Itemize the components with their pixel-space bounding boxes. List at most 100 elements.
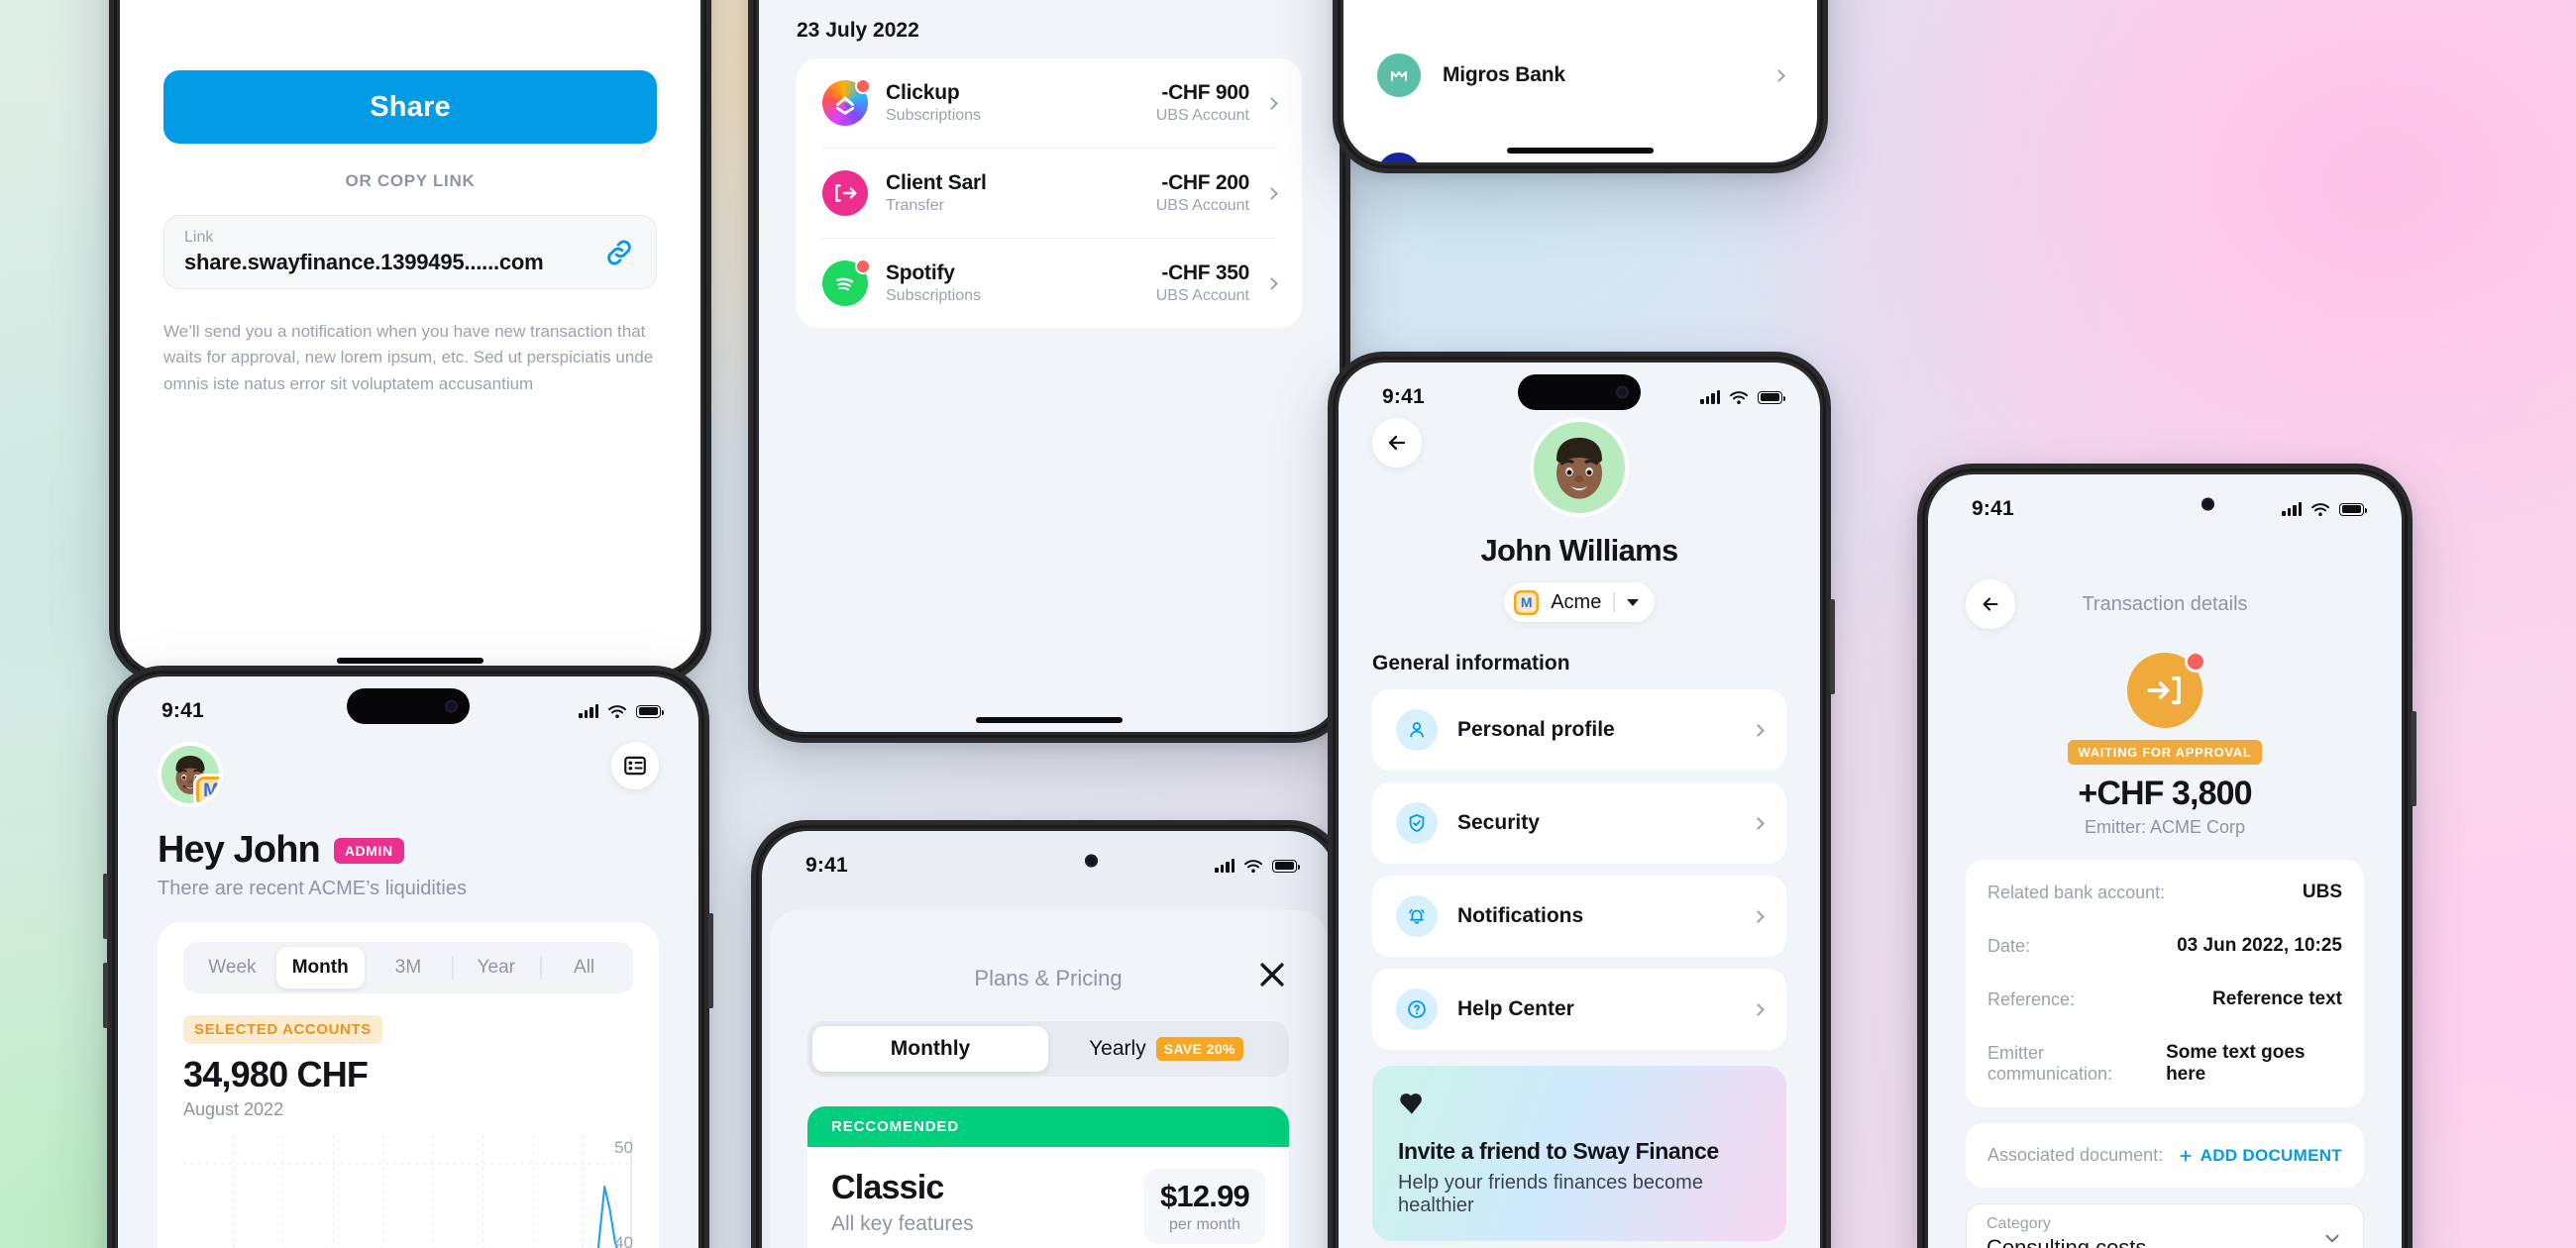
unread-dot	[855, 78, 871, 94]
invite-title: Invite a friend to Sway Finance	[1398, 1138, 1719, 1164]
org-badge: M	[1514, 589, 1540, 615]
shield-check-icon	[1396, 802, 1438, 844]
account-name: Migros Bank	[1443, 63, 1565, 86]
category-select[interactable]: Category Consulting costs	[1966, 1203, 2364, 1248]
chevron-right-icon	[1265, 276, 1278, 290]
sidebar-item-label: Help Center	[1457, 997, 1574, 1020]
chevron-right-icon	[1752, 909, 1765, 923]
plan-card-classic[interactable]: RECCOMENDED Classic All key features $12…	[807, 1106, 1289, 1248]
heart-icon	[1400, 1093, 1422, 1114]
tab-3m[interactable]: 3M	[365, 947, 453, 988]
plans-screen: 9:41 Plans & Pricing Monthly Yearly SAVE…	[762, 831, 1335, 1248]
list-view-icon[interactable]	[611, 742, 659, 789]
chevron-right-icon	[1772, 68, 1785, 82]
detail-value: Some text goes here	[2166, 1042, 2306, 1085]
transaction-amount: -CHF 350	[1161, 261, 1249, 284]
status-badge: ADMIN	[333, 837, 404, 864]
accounts-screen: Vontobel Migros Bank	[1343, 0, 1817, 162]
transactions-group-card: Clickup Subscriptions -CHF 900 UBS Accou…	[797, 58, 1302, 328]
link-field-value: share.swayfinance.1399495......com	[184, 250, 544, 274]
transactions-screen: Today Spotify Subscriptions	[759, 0, 1340, 732]
table-row: Date: 03 Jun 2022, 10:25	[1987, 919, 2342, 973]
dynamic-island	[347, 688, 470, 724]
invite-friend-card[interactable]: Invite a friend to Sway Finance Help you…	[1372, 1066, 1786, 1241]
table-row[interactable]: Client Sarl Transfer -CHF 200 UBS Accoun…	[822, 149, 1278, 239]
copy-link-field[interactable]: Link share.swayfinance.1399495......com	[163, 215, 657, 289]
billing-period-toggle[interactable]: Monthly Yearly SAVE 20%	[807, 1021, 1289, 1077]
status-bar: 9:41	[1339, 363, 1820, 418]
sidebar-item-label: Security	[1457, 811, 1540, 834]
avatar[interactable]	[1530, 418, 1629, 517]
transaction-details-screen: 9:41 Transaction details WAITING FOR APP…	[1928, 474, 2402, 1248]
range-tabs[interactable]: Week Month 3M Year All	[183, 942, 633, 993]
close-icon[interactable]	[1255, 958, 1289, 991]
table-row: Associated document: ADD DOCUMENT	[1987, 1129, 2342, 1182]
status-bar: 9:41	[1928, 474, 2402, 530]
power-button[interactable]	[2412, 711, 2416, 806]
recommended-banner: RECCOMENDED	[807, 1106, 1289, 1147]
clickup-icon	[822, 78, 871, 126]
org-switcher[interactable]: M Acme	[1504, 582, 1655, 622]
toggle-yearly[interactable]: Yearly SAVE 20%	[1048, 1026, 1284, 1072]
sidebar-item-label: Personal profile	[1457, 718, 1615, 741]
avatar[interactable]: M	[158, 742, 223, 807]
list-item[interactable]: UBS	[1377, 125, 1783, 162]
tab-year[interactable]: Year	[452, 947, 540, 988]
detail-key: Associated document:	[1987, 1145, 2164, 1165]
toggle-yearly-label: Yearly	[1089, 1037, 1146, 1060]
list-item[interactable]: Vontobel	[1377, 0, 1783, 26]
volume-up-button[interactable]	[103, 874, 108, 939]
link-icon[interactable]	[602, 236, 636, 269]
sidebar-item-notifications[interactable]: Notifications	[1372, 876, 1786, 957]
battery-icon	[1272, 859, 1300, 873]
sidebar-item-security[interactable]: Security	[1372, 782, 1786, 864]
detail-key: Reference:	[1987, 988, 2076, 1009]
status-bar: 9:41	[118, 676, 698, 732]
phone-dashboard-screen: 9:41 M Hey John ADMIN There are recent A…	[103, 666, 713, 1248]
tab-week[interactable]: Week	[188, 947, 276, 988]
plus-icon	[2180, 1149, 2192, 1162]
phone-transactions-screen: Today Spotify Subscriptions	[748, 0, 1350, 743]
chevron-down-icon[interactable]	[2321, 1227, 2343, 1248]
details-sheet: Transaction details WAITING FOR APPROVAL…	[1936, 548, 2394, 1248]
transaction-name: Client Sarl	[886, 171, 987, 194]
transaction-category: Subscriptions	[886, 107, 982, 124]
sidebar-item-help-center[interactable]: Help Center	[1372, 969, 1786, 1050]
tab-month[interactable]: Month	[275, 947, 365, 988]
link-field-label: Link	[184, 229, 214, 246]
share-button[interactable]: Share	[163, 70, 657, 144]
table-row[interactable]: Clickup Subscriptions -CHF 900 UBS Accou…	[822, 58, 1278, 149]
transactions-list[interactable]: Today Spotify Subscriptions	[759, 0, 1340, 328]
chart-ytick: 40	[614, 1233, 633, 1248]
status-badge: WAITING FOR APPROVAL	[2068, 740, 2262, 765]
org-name: Acme	[1551, 590, 1602, 613]
transaction-emitter: Emitter: ACME Corp	[2084, 817, 2246, 837]
dynamic-island	[1518, 374, 1641, 410]
toggle-monthly[interactable]: Monthly	[812, 1026, 1048, 1072]
phone-plans-screen: 9:41 Plans & Pricing Monthly Yearly SAVE…	[751, 820, 1345, 1248]
detail-key: Related bank account:	[1987, 882, 2166, 902]
transaction-amount: +CHF 3,800	[2078, 775, 2252, 812]
table-row[interactable]: Spotify Subscriptions -CHF 350 UBS Accou…	[822, 239, 1278, 328]
status-time: 9:41	[1382, 385, 1425, 408]
transaction-amount: -CHF 200	[1161, 171, 1249, 194]
transaction-name: Clickup	[886, 81, 960, 104]
chevron-down-icon[interactable]	[1626, 598, 1639, 606]
volume-down-button[interactable]	[103, 963, 108, 1028]
power-button[interactable]	[1830, 599, 1835, 694]
bell-icon	[1396, 895, 1438, 937]
sidebar-item-personal-profile[interactable]: Personal profile	[1372, 689, 1786, 771]
sidebar-item-label: Notifications	[1457, 904, 1584, 927]
chevron-right-icon	[1752, 1002, 1765, 1016]
accounts-list[interactable]: Vontobel Migros Bank	[1343, 0, 1817, 162]
org-badge: M	[193, 774, 219, 803]
tab-all[interactable]: All	[540, 947, 628, 988]
user-icon	[1396, 709, 1438, 751]
battery-icon	[1758, 390, 1785, 404]
cellular-signal-icon	[579, 704, 598, 718]
list-item[interactable]: Migros Bank	[1377, 26, 1785, 125]
phone-transaction-details-screen: 9:41 Transaction details WAITING FOR APP…	[1917, 464, 2416, 1248]
power-button[interactable]	[708, 913, 713, 1008]
chart-canvas	[183, 1136, 633, 1248]
add-document-button[interactable]: ADD DOCUMENT	[2178, 1146, 2342, 1166]
